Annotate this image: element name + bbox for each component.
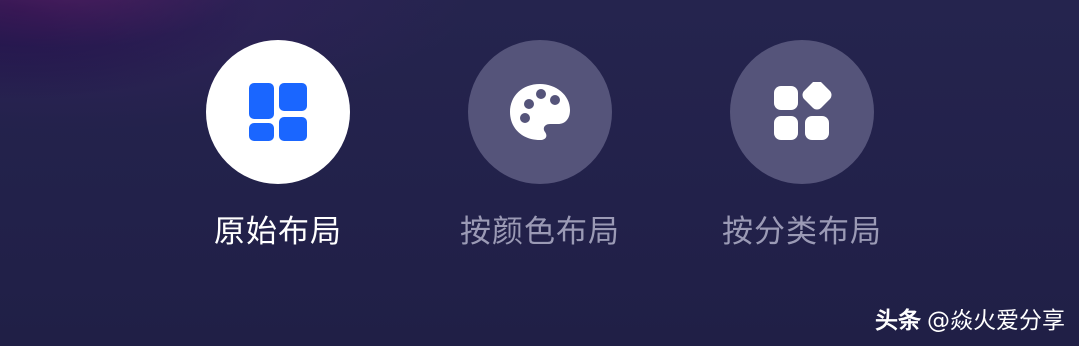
layout-option-original-label: 原始布局 bbox=[214, 214, 342, 250]
layout-option-original-button[interactable] bbox=[206, 40, 350, 184]
watermark: 头条 @焱火爱分享 bbox=[875, 306, 1065, 336]
layout-option-by-category-label: 按分类布局 bbox=[722, 214, 882, 250]
category-icon bbox=[774, 82, 832, 140]
watermark-brand: 头条 bbox=[875, 308, 921, 334]
watermark-handle: @焱火爱分享 bbox=[927, 308, 1065, 334]
layout-option-by-color-button[interactable] bbox=[468, 40, 612, 184]
layout-option-original[interactable]: 原始布局 bbox=[178, 40, 378, 252]
layout-option-by-color[interactable]: 按颜色布局 bbox=[440, 40, 640, 252]
layout-option-by-category[interactable]: 按分类布局 bbox=[702, 40, 902, 252]
layout-option-by-category-button[interactable] bbox=[730, 40, 874, 184]
grid-layout-icon bbox=[249, 83, 307, 141]
layout-option-by-color-label: 按颜色布局 bbox=[460, 214, 620, 250]
palette-icon bbox=[510, 84, 570, 140]
